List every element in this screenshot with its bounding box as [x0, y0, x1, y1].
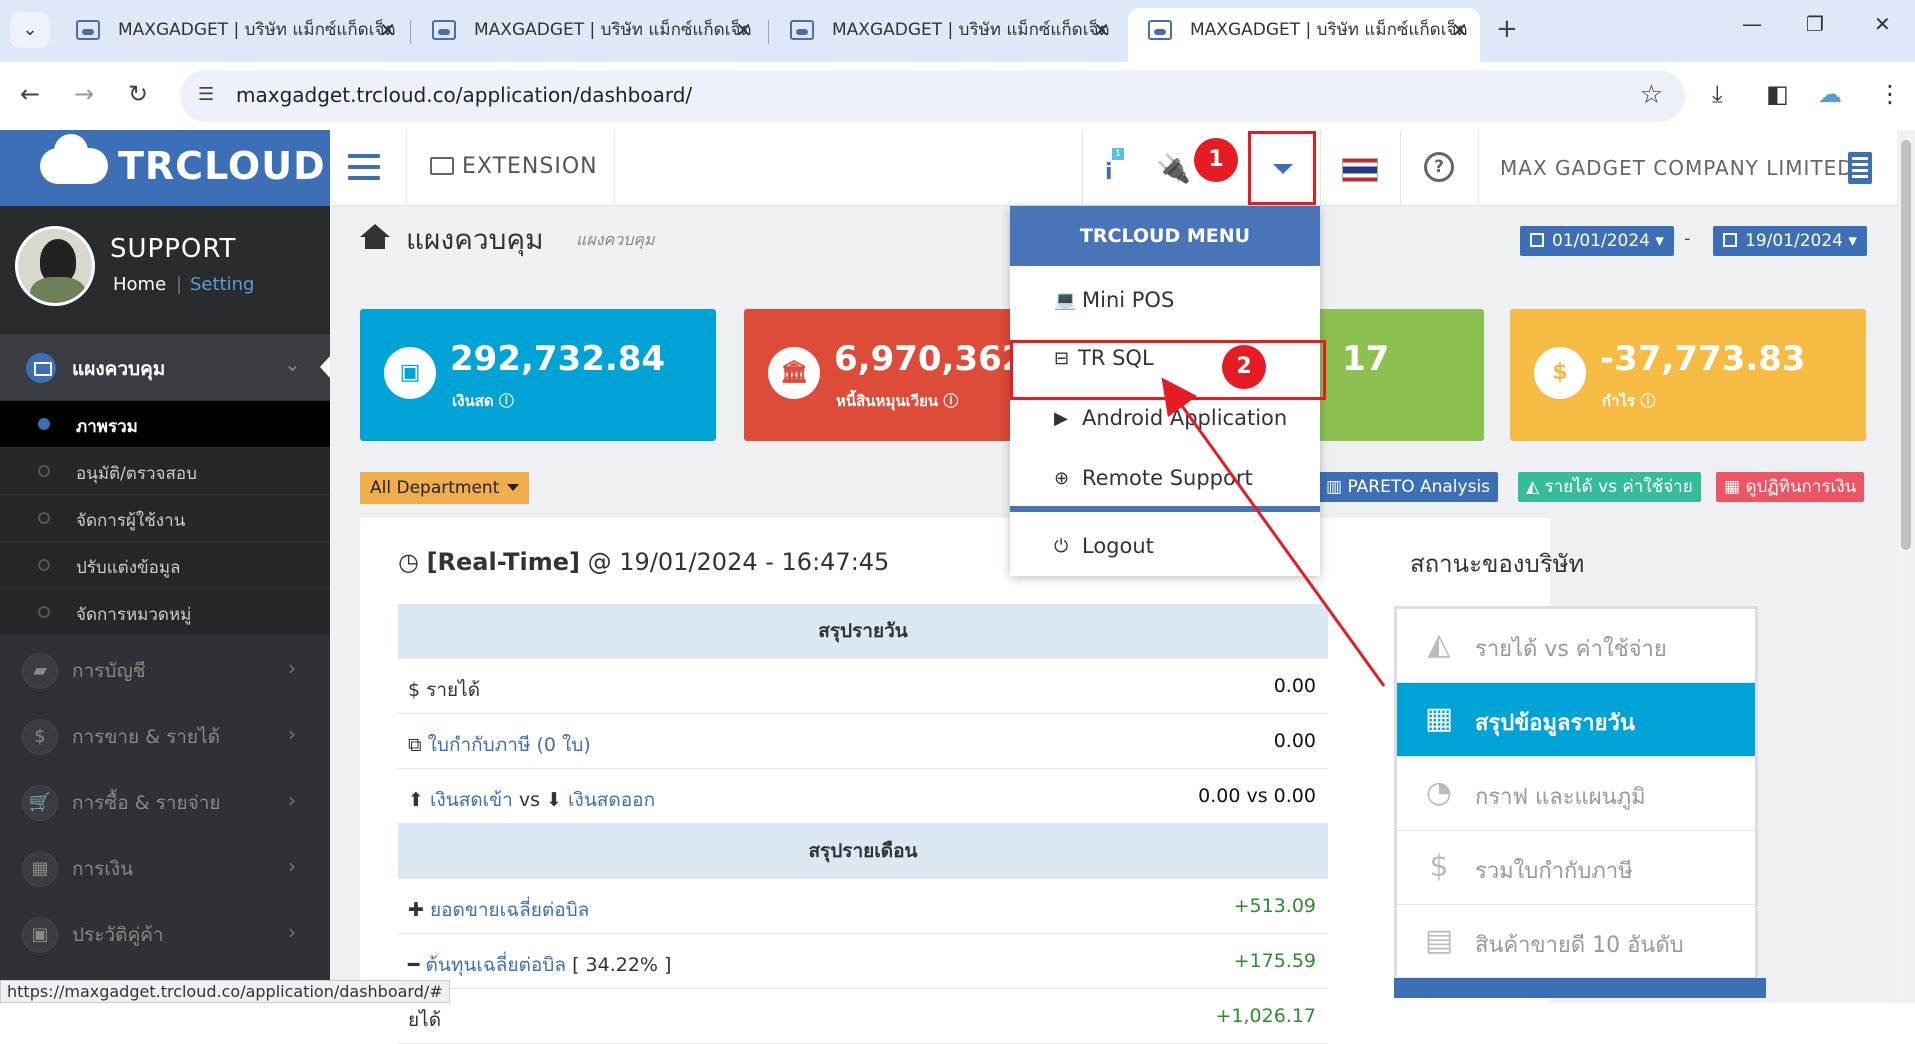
annotation-arrow	[1161, 377, 1386, 687]
status-bar-url: https://maxgadget.trcloud.co/application…	[0, 980, 450, 1003]
page-scrollbar[interactable]	[1897, 130, 1915, 1003]
